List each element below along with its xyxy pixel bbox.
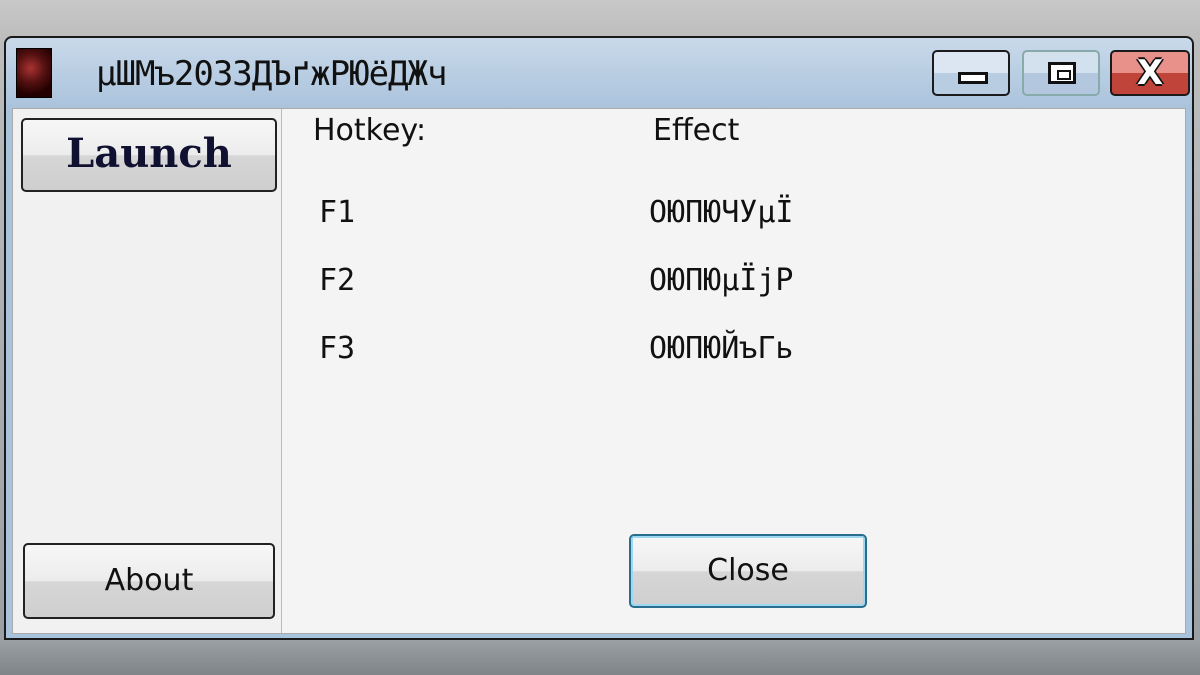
launch-button[interactable]: Launch [21,118,277,192]
close-window-button[interactable]: X [1110,50,1190,96]
about-button[interactable]: About [23,543,275,619]
window-title: µШМъ2033ДЪґжРЮёДЖч [96,54,447,94]
hotkey-header: Hotkey: [313,113,427,148]
client-area: Launch About Hotkey: Effect F1 ОЮПЮЧУµЇ … [12,108,1186,634]
minimize-icon [958,72,988,84]
hotkey-cell: F3 [319,331,356,366]
maximize-button[interactable] [1022,50,1100,96]
close-icon: X [1136,53,1164,93]
effect-cell: ОЮПЮЧУµЇ [649,195,794,230]
left-panel: Launch About [13,109,282,633]
hotkey-cell: F1 [319,195,356,230]
app-icon [16,48,52,98]
effect-cell: ОЮПЮЙъГь [649,331,794,366]
maximize-icon [1048,62,1076,84]
hotkey-cell: F2 [319,263,356,298]
close-button[interactable]: Close [629,534,867,608]
effect-cell: ОЮПЮµЇјР [649,263,794,298]
effect-header: Effect [653,113,740,148]
title-bar[interactable]: µШМъ2033ДЪґжРЮёДЖч X [6,38,1192,108]
minimize-button[interactable] [932,50,1010,96]
app-window: µШМъ2033ДЪґжРЮёДЖч X Launch About Hotkey… [4,36,1194,640]
